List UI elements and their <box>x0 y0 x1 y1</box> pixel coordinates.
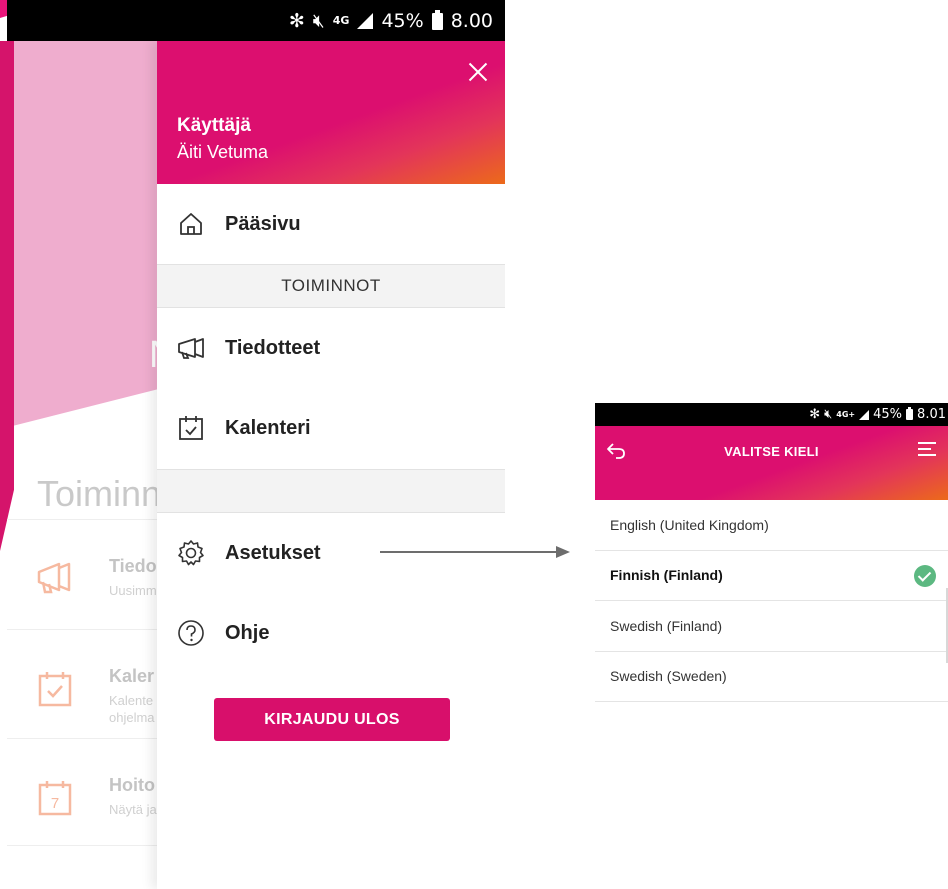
gear-icon <box>157 539 225 567</box>
bluetooth-icon: ✻ <box>288 10 305 32</box>
language-option[interactable]: Swedish (Finland) <box>595 601 948 652</box>
user-name: Äiti Vetuma <box>177 142 269 162</box>
language-label: English (United Kingdom) <box>610 516 769 533</box>
mute-icon: 🔇︎ <box>312 10 325 32</box>
home-icon <box>157 211 225 237</box>
status-bar: ✻ 🔇︎ 4G+ 45% 8.01 <box>595 403 948 426</box>
status-icons: ✻ 🔇︎ 4G 45% 8.00 <box>289 8 493 34</box>
background-edge <box>0 41 14 551</box>
logout-button[interactable]: KIRJAUDU ULOS <box>214 698 450 741</box>
help-icon <box>157 619 225 647</box>
arrow-right-icon <box>556 546 570 558</box>
battery-percent: 45% <box>381 10 424 32</box>
menu-item-label: Ohje <box>225 621 270 644</box>
navigation-drawer: Käyttäjä Äiti Vetuma Pääsivu TOIMINNOT T… <box>157 41 505 889</box>
user-label: Käyttäjä <box>177 115 251 136</box>
background-row-subtitle: Uusimm <box>109 583 157 598</box>
background-row-title: Hoito <box>109 775 155 795</box>
language-label: Swedish (Sweden) <box>610 668 727 685</box>
menu-item-label: Pääsivu <box>225 212 301 235</box>
section-header-toiminnot: TOIMINNOT <box>157 264 505 308</box>
battery-icon <box>431 9 443 30</box>
bluetooth-icon: ✻ <box>809 407 821 422</box>
menu-item-asetukset[interactable]: Asetukset <box>157 513 505 593</box>
network-type: 4G+ <box>836 409 856 419</box>
network-type: 4G <box>332 14 350 27</box>
language-list: English (United Kingdom) Finnish (Finlan… <box>595 500 948 702</box>
left-phone-screen: ✻ 🔇︎ 4G 45% 8.00 N Toiminn Tiedo Uusimm … <box>0 0 505 889</box>
clock: 8.00 <box>450 10 493 32</box>
megaphone-icon <box>157 336 225 360</box>
background-section-title: Toiminn <box>37 473 162 514</box>
menu-item-label: Kalenteri <box>225 416 311 439</box>
menu-item-kalenteri[interactable]: Kalenteri <box>157 388 505 468</box>
mute-icon: 🔇︎ <box>824 407 833 422</box>
calendar-icon <box>157 415 225 441</box>
language-label: Finnish (Finland) <box>610 567 723 584</box>
background-row-title: Tiedo <box>109 556 157 576</box>
drawer-header: Käyttäjä Äiti Vetuma <box>157 41 505 184</box>
calendar-check-icon <box>35 670 75 710</box>
signal-icon <box>859 409 870 420</box>
language-label: Swedish (Finland) <box>610 617 723 634</box>
status-bar: ✻ 🔇︎ 4G 45% 8.00 <box>7 0 505 41</box>
check-icon <box>914 564 936 587</box>
section-divider <box>157 469 505 513</box>
menu-item-home[interactable]: Pääsivu <box>157 184 505 264</box>
battery-icon <box>906 407 914 420</box>
background-row-title: Kaler <box>109 666 155 686</box>
page-title: VALITSE KIELI <box>724 444 819 459</box>
app-header: VALITSE KIELI <box>595 426 948 500</box>
language-option[interactable]: Swedish (Sweden) <box>595 652 948 702</box>
menu-item-label: Tiedotteet <box>225 336 321 359</box>
menu-item-ohje[interactable]: Ohje <box>157 593 505 673</box>
menu-item-tiedotteet[interactable]: Tiedotteet <box>157 308 505 388</box>
hamburger-menu-icon[interactable] <box>918 442 936 456</box>
megaphone-icon <box>35 560 75 600</box>
connector-arrow-line <box>380 551 558 553</box>
clock: 8.01 <box>917 407 946 422</box>
signal-icon <box>357 13 374 29</box>
calendar-number-icon: 7 <box>35 779 75 819</box>
svg-text:7: 7 <box>51 795 59 812</box>
right-phone-screen: ✻ 🔇︎ 4G+ 45% 8.01 VALITSE KIELI English … <box>595 403 948 703</box>
menu-item-label: Asetukset <box>225 541 321 564</box>
language-option-selected[interactable]: Finnish (Finland) <box>595 551 948 601</box>
status-icons: ✻ 🔇︎ 4G+ 45% 8.01 <box>809 405 946 424</box>
battery-percent: 45% <box>873 407 903 422</box>
background-row-subtitle: Näytä ja <box>109 802 157 817</box>
language-option[interactable]: English (United Kingdom) <box>595 500 948 551</box>
close-icon[interactable] <box>465 59 491 85</box>
